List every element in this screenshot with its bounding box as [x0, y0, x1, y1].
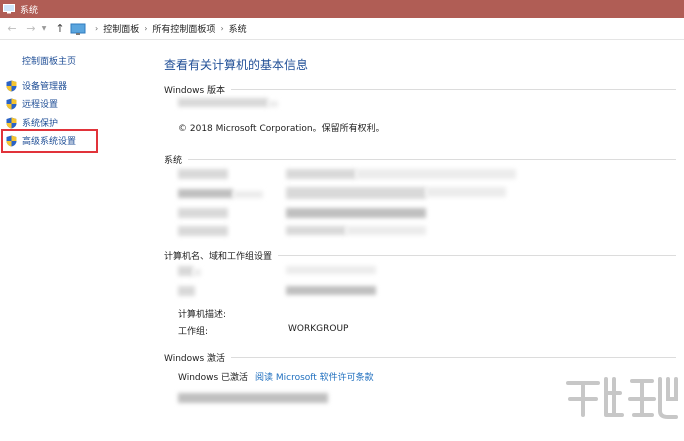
- watermark-logo: [560, 369, 680, 439]
- redacted-computer-name-label: [193, 269, 201, 276]
- breadcrumb-separator-icon[interactable]: ›: [220, 24, 223, 33]
- workgroup-value: WORKGROUP: [288, 324, 349, 334]
- redacted-system-label: [178, 169, 228, 179]
- address-bar: ← → ▼ ↑ › 控制面板 › 所有控制面板项 › 系统: [0, 18, 684, 40]
- windows-edition-header: Windows 版本: [164, 83, 676, 96]
- section-label: 计算机名、域和工作组设置: [164, 252, 273, 262]
- redacted-system-value: [286, 208, 426, 218]
- redacted-system-label: [178, 208, 228, 218]
- redacted-system-label: [178, 189, 233, 198]
- breadcrumb-system[interactable]: 系统: [229, 22, 247, 35]
- workgroup-label: 工作组:: [178, 327, 209, 337]
- forward-arrow-icon[interactable]: →: [23, 21, 39, 37]
- redacted-computer-name-label: [178, 266, 193, 276]
- computer-description-label: 计算机描述:: [178, 310, 227, 320]
- shield-icon: [6, 117, 17, 128]
- redacted-system-label: [178, 226, 228, 236]
- breadcrumb: › 控制面板 › 所有控制面板项 › 系统: [70, 22, 247, 35]
- computer-name-header: 计算机名、域和工作组设置: [164, 249, 676, 262]
- breadcrumb-control-panel[interactable]: 控制面板: [103, 22, 139, 35]
- title-bar[interactable]: 系统: [0, 0, 684, 18]
- redacted-system-value: [286, 169, 356, 179]
- breadcrumb-all-items[interactable]: 所有控制面板项: [152, 22, 215, 35]
- recent-locations-chevron-icon[interactable]: ▼: [40, 21, 48, 37]
- breadcrumb-separator-icon[interactable]: ›: [144, 24, 147, 33]
- sidebar-item-label: 设备管理器: [22, 82, 68, 92]
- sidebar-item-label: 远程设置: [22, 100, 59, 110]
- computer-icon: [3, 4, 15, 14]
- section-divider: [278, 255, 676, 256]
- redacted-full-name-label: [178, 286, 195, 296]
- section-label: Windows 激活: [164, 354, 226, 364]
- back-arrow-icon[interactable]: ←: [4, 21, 20, 37]
- watermark-logo-icon: [566, 377, 678, 419]
- shield-icon: [6, 98, 17, 109]
- sidebar-item-system-protection[interactable]: 系统保护: [6, 116, 58, 129]
- sidebar-item-device-manager[interactable]: 设备管理器: [6, 79, 67, 92]
- section-label: 系统: [164, 156, 183, 166]
- sidebar-item-label: 高级系统设置: [22, 137, 77, 147]
- redacted-system-label: [233, 191, 263, 198]
- shield-icon: [6, 135, 17, 146]
- section-divider: [231, 357, 676, 358]
- activation-status: Windows 已激活: [178, 373, 249, 383]
- redacted-edition-name: [178, 98, 268, 107]
- system-window: 系统 ← → ▼ ↑ › 控制面板 › 所有控制面板项 › 系统 控制面板主页: [0, 0, 684, 441]
- section-divider: [231, 89, 676, 90]
- activation-header: Windows 激活: [164, 351, 676, 364]
- redacted-system-value: [346, 226, 426, 235]
- page-title: 查看有关计算机的基本信息: [164, 58, 309, 72]
- breadcrumb-separator-icon[interactable]: ›: [95, 24, 98, 33]
- sidebar-item-advanced-system-settings[interactable]: 高级系统设置: [6, 134, 76, 147]
- control-panel-icon: [70, 23, 86, 35]
- sidebar-item-label: 系统保护: [22, 119, 59, 129]
- redacted-computer-name-value: [286, 266, 376, 274]
- redacted-system-value: [286, 187, 426, 199]
- redacted-system-value: [356, 169, 516, 179]
- up-arrow-icon[interactable]: ↑: [52, 21, 68, 37]
- window-title: 系统: [20, 5, 39, 16]
- section-divider: [188, 159, 676, 160]
- sidebar-item-remote-settings[interactable]: 远程设置: [6, 97, 58, 110]
- shield-icon: [6, 80, 17, 91]
- sidebar: 控制面板主页 设备管理器 远程设置 系统保护 高级系统设置: [0, 41, 158, 441]
- copyright-text: © 2018 Microsoft Corporation。保留所有权利。: [178, 124, 385, 134]
- redacted-system-value: [286, 226, 346, 235]
- system-header: 系统: [164, 153, 676, 166]
- control-panel-home-link[interactable]: 控制面板主页: [22, 54, 76, 67]
- redacted-system-value: [426, 187, 506, 197]
- license-terms-link[interactable]: 阅读 Microsoft 软件许可条款: [255, 370, 374, 383]
- redacted-edition-name: [268, 101, 278, 107]
- redacted-full-name-value: [286, 286, 376, 295]
- section-label: Windows 版本: [164, 86, 226, 96]
- redacted-product-id: [178, 393, 328, 403]
